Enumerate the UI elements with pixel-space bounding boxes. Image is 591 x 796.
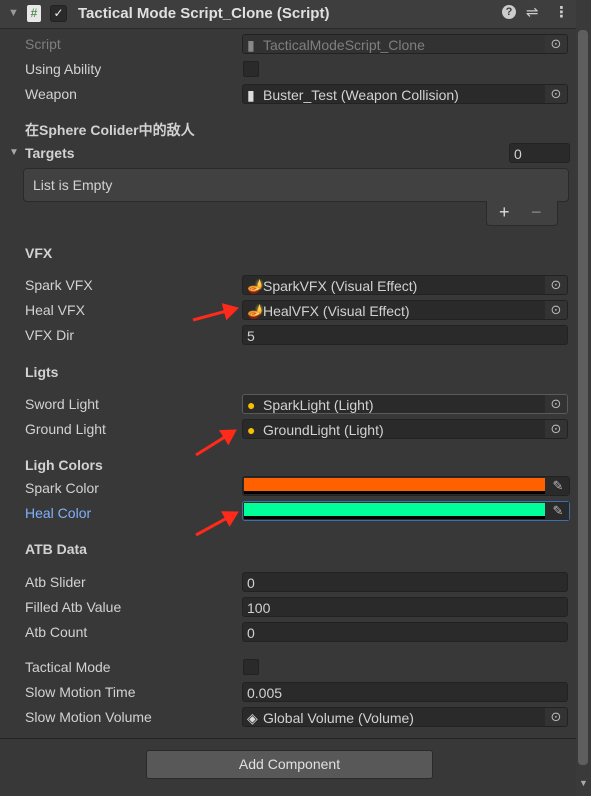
annotation-arrow (192, 309, 229, 322)
annotation-arrow (195, 515, 230, 537)
annotation-arrowhead (221, 303, 239, 321)
annotation-arrow (195, 434, 229, 457)
annotation-arrows (192, 303, 239, 537)
